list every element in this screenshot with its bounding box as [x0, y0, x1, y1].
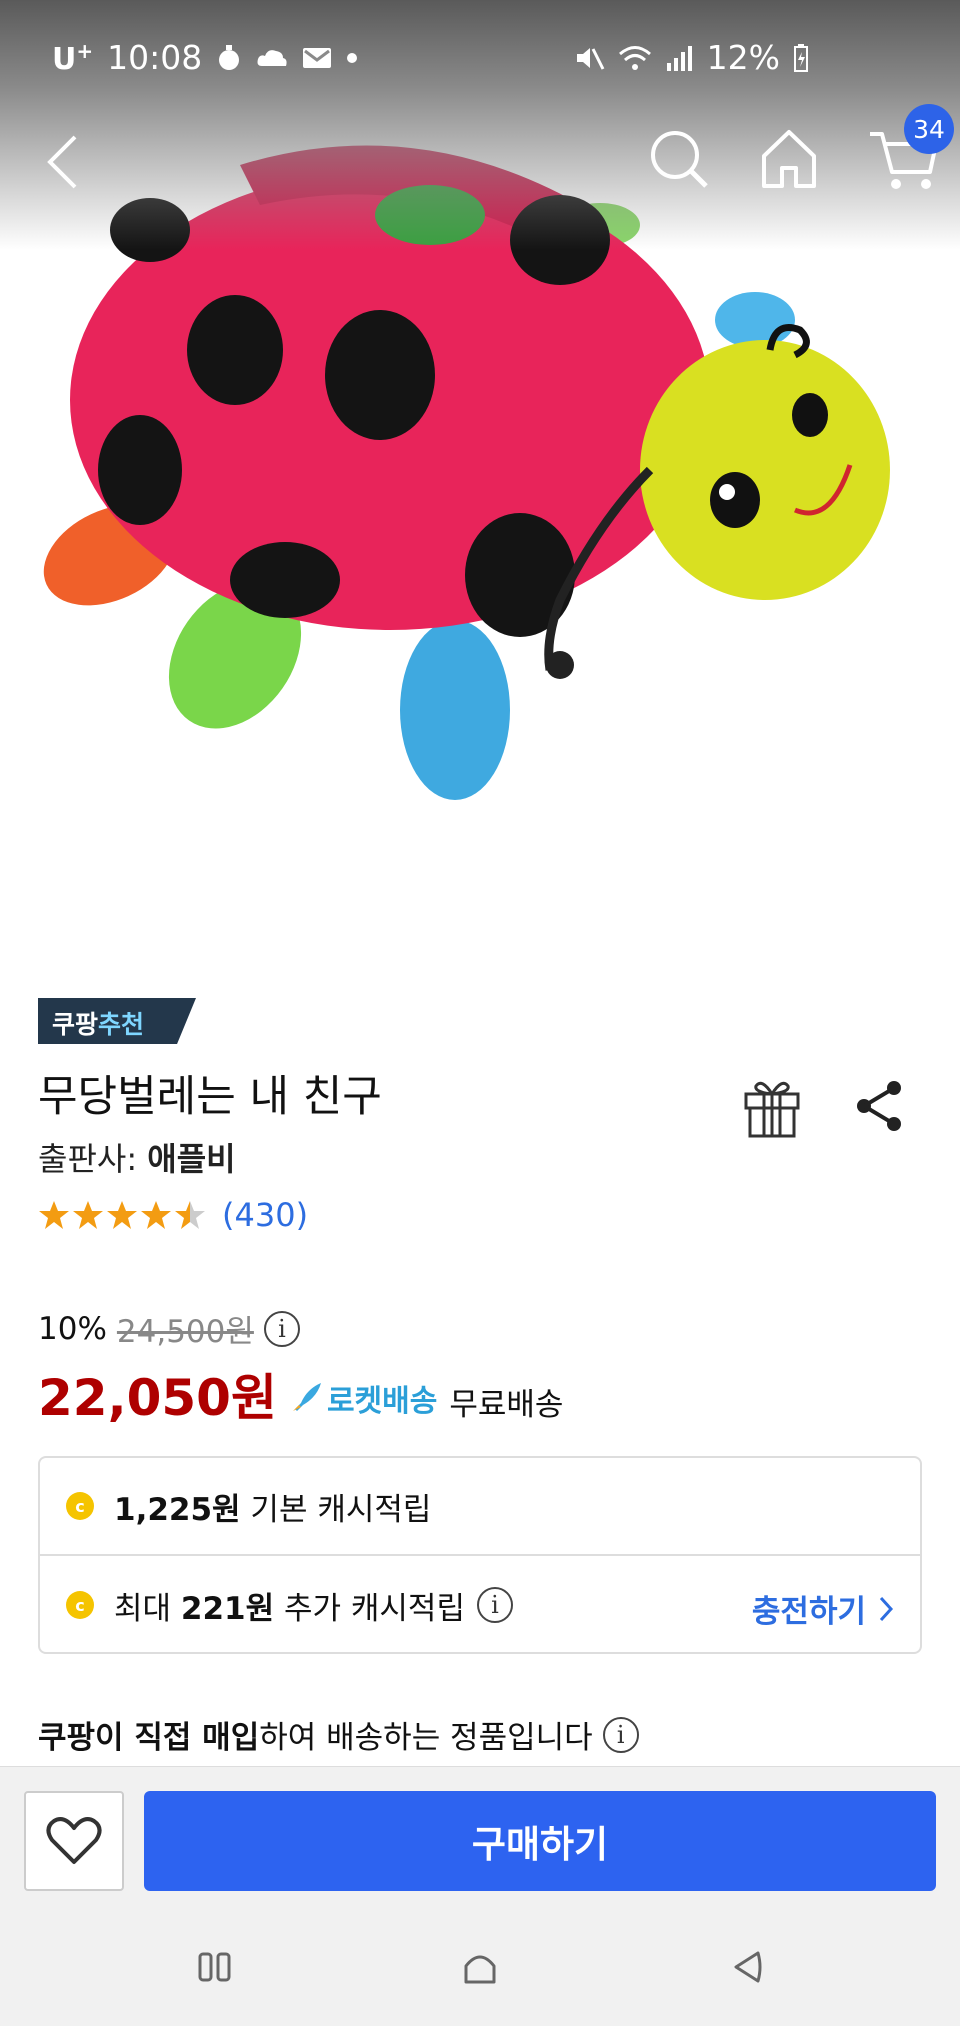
clock: 10:08 [107, 38, 203, 77]
share-icon [857, 1081, 901, 1131]
alarm-icon [219, 44, 240, 70]
star-full-icon [39, 1201, 69, 1229]
cart-count-badge: 34 [904, 104, 954, 154]
battery-percent: 12% [706, 38, 780, 77]
more-dot-icon [347, 52, 358, 63]
recent-apps-icon [198, 1952, 231, 1982]
charge-link[interactable]: 충전하기 [752, 1586, 894, 1631]
rocket-icon [292, 1383, 321, 1411]
coin-icon: c [66, 1591, 94, 1619]
publisher-name: 애플비 [147, 1140, 236, 1178]
star-full-icon [107, 1201, 137, 1229]
direct-purchase-notice: 쿠팡이 직접 매입하여 배송하는 정품입니다 i [38, 1712, 639, 1757]
rocket-delivery-label: 로켓배송 [326, 1384, 438, 1419]
system-back-button[interactable] [732, 1950, 764, 1988]
mute-icon [576, 47, 604, 70]
mail-icon [303, 47, 332, 68]
recent-apps-button[interactable] [198, 1952, 232, 1986]
back-triangle-icon [734, 1951, 762, 1983]
chevron-left-icon [47, 135, 77, 189]
chevron-right-icon [879, 1596, 894, 1621]
extra-cash-prefix: 최대 [114, 1590, 181, 1627]
discount-row: 10% 24,500원 i [38, 1306, 300, 1351]
review-count[interactable]: (430) [222, 1196, 308, 1234]
gift-icon [744, 1081, 800, 1138]
purchase-bar: 구매하기 [0, 1766, 960, 1916]
basic-cash-label: 기본 캐시적립 [240, 1491, 432, 1528]
cloud-icon [257, 49, 287, 66]
info-icon[interactable]: i [476, 1587, 513, 1623]
home-button[interactable] [754, 124, 824, 194]
info-icon[interactable]: i [263, 1310, 300, 1347]
extra-cash-row: c 최대 221원 추가 캐시적립 i 충전하기 [40, 1556, 920, 1654]
back-button[interactable] [32, 122, 92, 202]
system-nav-bar [0, 1916, 960, 2026]
system-home-button[interactable] [462, 1950, 498, 1988]
notice-bold: 쿠팡이 직접 매입 [38, 1720, 260, 1756]
app-nav [0, 110, 960, 220]
extra-cash-amount: 221원 [180, 1590, 275, 1627]
original-price: 24,500원 [116, 1314, 254, 1350]
signal-icon [666, 45, 692, 71]
price-row: 22,050원 로켓배송 무료배송 [38, 1358, 563, 1430]
charge-link-label: 충전하기 [751, 1594, 866, 1630]
rating[interactable]: (430) [38, 1196, 308, 1234]
heart-icon [46, 1817, 102, 1864]
rocket-delivery-badge: 로켓배송 [289, 1376, 437, 1420]
basic-cash-amount: 1,225원 [114, 1491, 241, 1528]
search-button[interactable] [644, 124, 714, 194]
basic-cash-row: c 1,225원 기본 캐시적립 [40, 1458, 920, 1556]
cash-reward-box: c 1,225원 기본 캐시적립 c 최대 221원 추가 캐시적립 i 충전하… [38, 1456, 922, 1654]
coin-icon: c [66, 1492, 94, 1520]
star-full-icon [141, 1201, 171, 1229]
status-bar: U+ 10:08 12% [0, 0, 960, 120]
discount-rate: 10% [38, 1310, 107, 1347]
wishlist-button[interactable] [24, 1791, 124, 1891]
star-half-icon [175, 1201, 205, 1229]
product-title: 무당벌레는 내 친구 [38, 1072, 382, 1122]
battery-charging-icon [794, 43, 808, 72]
free-shipping: 무료배송 [449, 1387, 564, 1423]
buy-button[interactable]: 구매하기 [144, 1791, 936, 1891]
extra-cash-label: 추가 캐시적립 [274, 1590, 465, 1627]
search-icon [651, 131, 708, 188]
gift-button[interactable] [740, 1074, 804, 1140]
home-outline-icon [464, 1955, 496, 1984]
badge-prefix: 쿠팡 [52, 1010, 99, 1039]
wifi-icon [618, 45, 651, 70]
share-button[interactable] [850, 1076, 910, 1136]
publisher: 출판사: 애플비 [38, 1134, 236, 1180]
notice-text: 하여 배송하는 정품입니다 [259, 1720, 593, 1756]
star-full-icon [73, 1201, 103, 1229]
carrier-label: U+ [52, 38, 94, 77]
publisher-label: 출판사: [38, 1140, 148, 1178]
info-icon[interactable]: i [602, 1716, 639, 1753]
star-rating [38, 1199, 206, 1231]
home-icon [762, 130, 816, 188]
sale-price: 22,050원 [38, 1369, 277, 1427]
badge-accent: 추천 [98, 1010, 145, 1039]
